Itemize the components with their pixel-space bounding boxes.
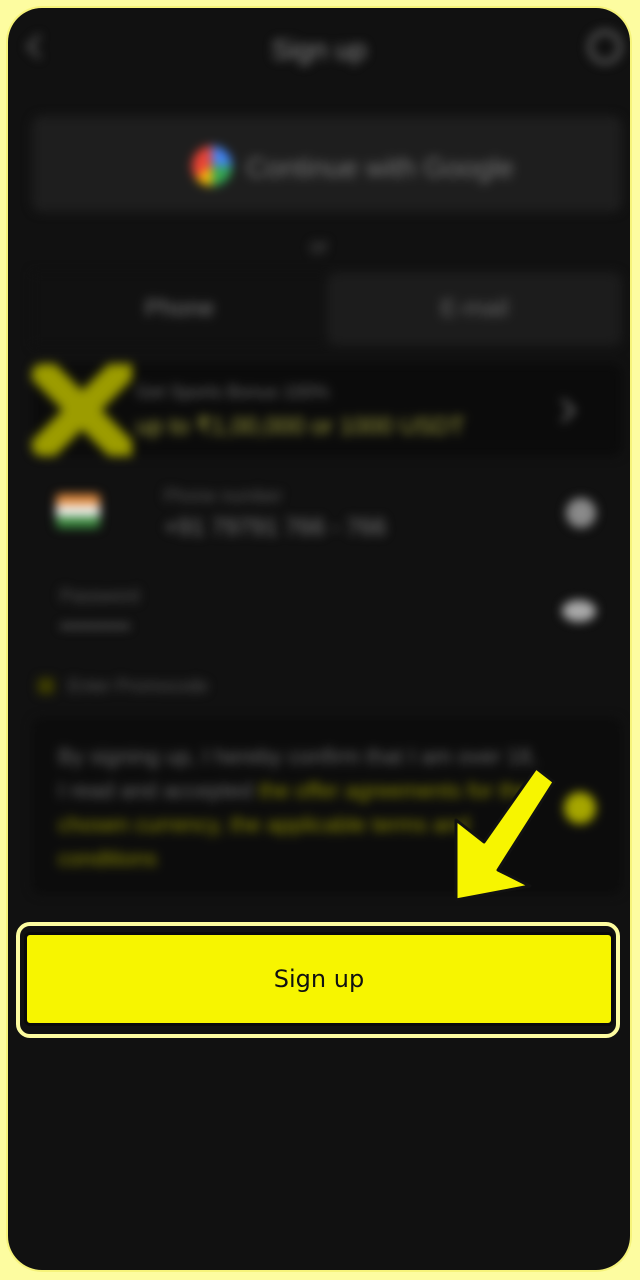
google-logo-icon	[192, 146, 232, 186]
phone-value[interactable]: +91 79791 766 - 766	[164, 514, 386, 542]
continue-with-google-button[interactable]: Continue with Google	[32, 116, 622, 212]
bonus-graphic	[32, 364, 132, 456]
chevron-right-icon	[551, 398, 576, 423]
tab-phone[interactable]: Phone	[32, 272, 327, 346]
clear-icon[interactable]	[566, 498, 596, 528]
phone-frame: Sign up Continue with Google or Phone E-…	[8, 8, 630, 1270]
bonus-amount: up to ₹1,00,000 or 1000 USDT	[136, 413, 465, 440]
signup-method-tabs: Phone E-mail	[32, 272, 622, 346]
terms-box: By signing up, I hereby confirm that I a…	[32, 718, 622, 894]
top-bar: Sign up	[8, 8, 630, 88]
blurred-form: Sign up Continue with Google or Phone E-…	[8, 8, 630, 1270]
sign-up-button[interactable]: Sign up	[24, 932, 614, 1026]
phone-number-field[interactable]: Phone number +91 79791 766 - 766	[32, 476, 622, 556]
password-value[interactable]: ••••••••••	[60, 616, 130, 639]
password-label: Password	[60, 586, 140, 606]
support-icon[interactable]	[588, 30, 622, 64]
eye-icon[interactable]	[562, 600, 596, 622]
plus-icon	[38, 678, 54, 694]
tab-email[interactable]: E-mail	[327, 272, 622, 346]
or-divider: or	[310, 236, 328, 258]
india-flag-icon[interactable]	[56, 494, 100, 528]
bonus-banner[interactable]: Get Sports Bonus 100% up to ₹1,00,000 or…	[32, 364, 622, 456]
page-title: Sign up	[271, 34, 367, 65]
phone-label: Phone number	[164, 486, 283, 506]
promocode-label: Enter Promocode	[68, 676, 209, 696]
password-field[interactable]: Password ••••••••••	[32, 578, 622, 648]
terms-text: By signing up, I hereby confirm that I a…	[58, 740, 538, 876]
google-button-label: Continue with Google	[246, 152, 514, 183]
terms-checkbox[interactable]	[564, 792, 596, 824]
bonus-subtitle: Get Sports Bonus 100%	[136, 382, 330, 402]
promocode-toggle[interactable]: Enter Promocode	[38, 676, 338, 700]
